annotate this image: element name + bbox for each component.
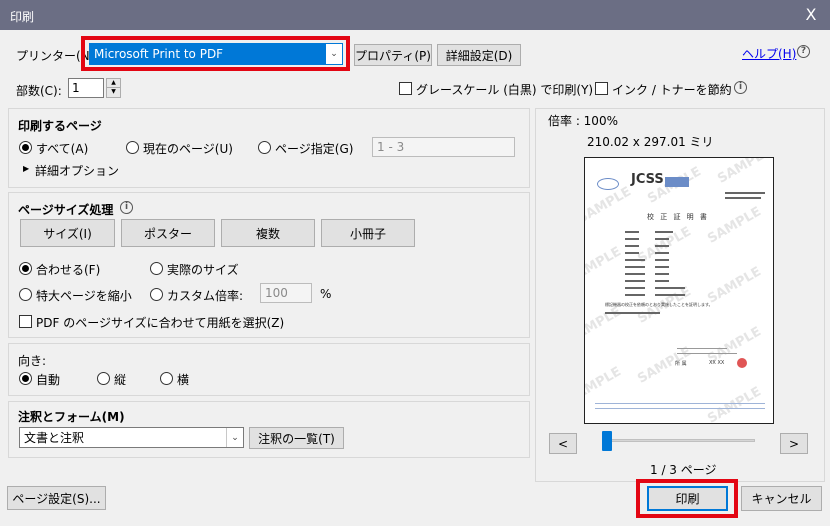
copies-input[interactable]: 1 (68, 78, 104, 98)
next-page-button[interactable]: > (780, 433, 808, 454)
watermark: SAMPLE (715, 157, 774, 187)
copies-spinner[interactable]: ▲ ▼ (106, 78, 121, 98)
jcss-logo: JCSS (631, 172, 664, 187)
page-size-label: 210.02 x 297.01 ミリ (587, 135, 714, 149)
page-slider-thumb[interactable] (602, 431, 612, 451)
pages-all-radio[interactable] (19, 141, 32, 154)
watermark: SAMPLE (584, 304, 624, 347)
properties-button[interactable]: プロパティ(P) (354, 44, 432, 66)
fit-radio[interactable] (19, 262, 32, 275)
choose-paper-checkbox[interactable] (19, 315, 32, 328)
printer-label: プリンター(N): (16, 49, 99, 63)
actual-size-label: 実際のサイズ (167, 263, 239, 277)
orientation-portrait-radio[interactable] (97, 372, 110, 385)
comments-select[interactable]: 文書と注釈 ⌄ (19, 427, 244, 448)
page-indicator: 1 / 3 ページ (650, 463, 717, 477)
cancel-button[interactable]: キャンセル (741, 486, 822, 511)
watermark: SAMPLE (705, 384, 764, 424)
help-question-icon[interactable]: ? (797, 45, 810, 58)
orientation-landscape-radio[interactable] (160, 372, 173, 385)
spin-down-icon[interactable]: ▼ (106, 88, 121, 98)
printer-select[interactable]: Microsoft Print to PDF ⌄ (89, 43, 343, 65)
tab-poster[interactable]: ポスター (121, 219, 215, 247)
printer-select-value: Microsoft Print to PDF (94, 47, 224, 61)
pages-range-input[interactable]: 1 - 3 (372, 137, 515, 157)
ink-saver-label: インク / トナーを節約 (612, 83, 732, 97)
page-sizing-title: ページサイズ処理 (18, 203, 114, 217)
zoom-label: 倍率 : 100% (548, 114, 618, 128)
comments-title: 注釈とフォーム(M) (18, 410, 125, 424)
signer-name: XX XX (709, 360, 725, 366)
ink-saver-checkbox[interactable] (595, 82, 608, 95)
pages-range-label: ページ指定(G) (275, 142, 354, 156)
grayscale-label: グレースケール (白黒) で印刷(Y) (416, 83, 594, 97)
grayscale-checkbox[interactable] (399, 82, 412, 95)
page-slider-track[interactable] (602, 439, 755, 442)
orientation-panel (8, 343, 530, 396)
prev-page-button[interactable]: < (549, 433, 577, 454)
shrink-label: 特大ページを縮小 (36, 289, 132, 303)
pages-all-label: すべて(A) (36, 142, 89, 156)
doc-id-lines (725, 192, 765, 194)
summarize-comments-button[interactable]: 注釈の一覧(T) (249, 427, 344, 449)
watermark: SAMPLE (584, 364, 624, 407)
help-link[interactable]: ヘルプ(H) (742, 45, 796, 62)
custom-scale-input[interactable]: 100 (260, 283, 312, 303)
choose-paper-label: PDF のページサイズに合わせて用紙を選択(Z) (36, 316, 285, 330)
watermark: SAMPLE (705, 204, 764, 247)
pages-current-radio[interactable] (126, 141, 139, 154)
comments-select-value: 文書と注釈 (24, 431, 85, 445)
info-icon[interactable]: i (120, 201, 133, 214)
watermark: SAMPLE (705, 264, 764, 307)
page-setup-button[interactable]: ページ設定(S)... (7, 486, 106, 510)
tab-size[interactable]: サイズ(I) (20, 219, 115, 247)
orientation-portrait-label: 縦 (114, 373, 127, 387)
fit-label: 合わせる(F) (36, 263, 101, 277)
shrink-radio[interactable] (19, 288, 32, 301)
seal-stamp-icon (737, 358, 747, 368)
custom-scale-radio[interactable] (150, 288, 163, 301)
pages-title: 印刷するページ (18, 119, 102, 133)
orientation-auto-radio[interactable] (19, 372, 32, 385)
custom-scale-label: カスタム倍率: (167, 289, 244, 303)
certificate-heading: 校 正 証 明 書 (647, 213, 709, 221)
spin-up-icon[interactable]: ▲ (106, 78, 121, 88)
orientation-auto-label: 自動 (36, 373, 61, 387)
expand-triangle-icon[interactable]: ▶ (23, 164, 29, 173)
orientation-landscape-label: 横 (177, 373, 190, 387)
chevron-down-icon[interactable]: ⌄ (325, 44, 342, 64)
certificate-statement: 標記機器の校正を依頼のとおり実施したことを証明します。 (605, 302, 713, 307)
orientation-title: 向き: (18, 354, 47, 368)
tab-multiple[interactable]: 複数 (221, 219, 315, 247)
pages-current-label: 現在のページ(U) (143, 142, 233, 156)
pages-range-radio[interactable] (258, 141, 271, 154)
advanced-button[interactable]: 詳細設定(D) (437, 44, 521, 66)
title-bar: 印刷 X (0, 0, 830, 30)
doc-id-lines (725, 197, 761, 199)
window-title: 印刷 (10, 10, 35, 24)
org-logo-icon (597, 178, 619, 190)
preview-page: SAMPLE SAMPLE SAMPLE SAMPLE SAMPLE SAMPL… (584, 157, 774, 424)
actual-size-radio[interactable] (150, 262, 163, 275)
close-icon[interactable]: X (800, 5, 822, 25)
more-options-label[interactable]: 詳細オプション (35, 162, 119, 179)
signer-label: 所 属 (675, 361, 687, 367)
chevron-down-icon[interactable]: ⌄ (226, 428, 243, 447)
copies-label: 部数(C): (16, 84, 62, 98)
watermark: SAMPLE (584, 184, 634, 227)
accreditation-logo-icon (665, 177, 689, 187)
percent-label: % (320, 287, 332, 301)
watermark: SAMPLE (584, 244, 624, 287)
info-icon[interactable]: i (734, 81, 747, 94)
print-button[interactable]: 印刷 (647, 486, 728, 511)
tab-booklet[interactable]: 小冊子 (321, 219, 415, 247)
